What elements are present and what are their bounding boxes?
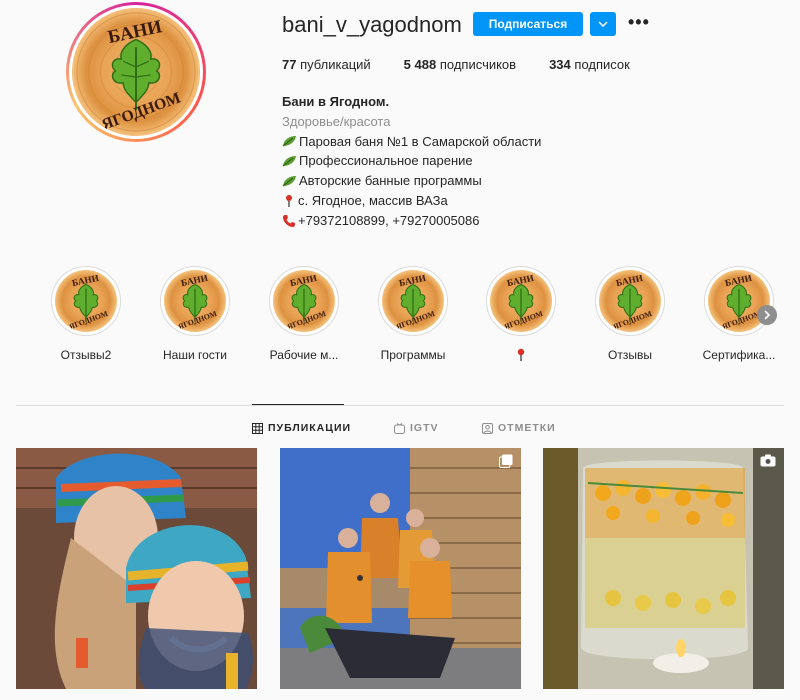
- leaf-icon: [282, 176, 296, 187]
- active-tab-indicator: [252, 404, 344, 405]
- posts-stat: 77 публикаций: [282, 57, 371, 72]
- post-thumbnail[interactable]: [16, 448, 257, 689]
- pin-icon: [286, 194, 292, 207]
- bio-line: Паровая баня №1 в Самарской области: [282, 132, 541, 152]
- post-thumbnail[interactable]: [280, 448, 521, 689]
- post-thumbnail[interactable]: [543, 448, 784, 689]
- highlight-label: Сертифика...: [702, 348, 776, 362]
- leaf-icon: [282, 156, 296, 167]
- grid-icon: [252, 422, 263, 434]
- suggested-dropdown-button[interactable]: [590, 12, 616, 36]
- highlights-next-button[interactable]: [757, 305, 777, 325]
- phone-icon: [283, 214, 295, 227]
- highlight-item[interactable]: БАНИ В ЯГОДНОМ Рабочие м...: [254, 266, 354, 362]
- highlight-item[interactable]: БАНИ В ЯГОДНОМ Программы: [363, 266, 463, 362]
- profile-category: Здоровье/красота: [282, 113, 391, 129]
- leaf-icon: [282, 136, 296, 147]
- bio-line: +79372108899, +79270005086: [282, 211, 541, 231]
- highlight-label: Рабочие м...: [269, 348, 339, 362]
- tagged-icon: [482, 422, 493, 434]
- post-image-drink: [543, 448, 784, 689]
- following-stat[interactable]: 334 подписок: [549, 57, 630, 72]
- tab-igtv[interactable]: IGTV: [394, 422, 439, 434]
- bio-line: с. Ягодное, массив ВАЗа: [282, 191, 541, 211]
- highlight-item[interactable]: БАНИ В ЯГОДНОМ Отзывы2: [36, 266, 136, 362]
- igtv-icon: [394, 422, 405, 434]
- followers-stat[interactable]: 5 488 подписчиков: [404, 57, 516, 72]
- logo-image: БАНИ В ЯГОДНОМ: [72, 8, 200, 136]
- bio-line: Авторские банные программы: [282, 171, 541, 191]
- profile-avatar[interactable]: БАНИ В ЯГОДНОМ: [66, 2, 206, 142]
- tab-tagged[interactable]: ОТМЕТКИ: [482, 422, 556, 434]
- tabs-divider: [16, 405, 784, 406]
- post-image-group: [280, 448, 521, 689]
- profile-full-name: Бани в Ягодном.: [282, 94, 390, 109]
- highlight-item[interactable]: БАНИ В ЯГОДНОМ Наши гости: [145, 266, 245, 362]
- profile-stats: 77 публикаций 5 488 подписчиков 334 подп…: [282, 57, 630, 72]
- pin-icon: [517, 348, 525, 361]
- follow-button[interactable]: Подписаться: [473, 12, 583, 36]
- highlight-label: Отзывы: [608, 348, 652, 362]
- highlight-label: [471, 348, 571, 365]
- chevron-right-icon: [764, 310, 771, 320]
- video-icon: [760, 454, 776, 468]
- tab-posts[interactable]: ПУБЛИКАЦИИ: [252, 422, 351, 434]
- highlight-item[interactable]: БАНИ В ЯГОДНОМ Отзывы: [580, 266, 680, 362]
- bio-line: Профессиональное парение: [282, 151, 541, 171]
- more-options-icon[interactable]: •••: [628, 13, 650, 31]
- profile-username: bani_v_yagodnom: [282, 12, 462, 37]
- profile-bio: Бани в Ягодном. Здоровье/красота Паровая…: [282, 92, 541, 231]
- carousel-icon: [499, 454, 513, 468]
- chevron-down-icon: [598, 21, 608, 27]
- highlight-label: Программы: [380, 348, 446, 362]
- highlight-item[interactable]: БАНИ В ЯГОДНОМ: [471, 266, 571, 365]
- highlight-label: Отзывы2: [60, 348, 112, 362]
- story-highlights: БАНИ В ЯГОДНОМ Отзывы2 БАНИ В ЯГОДНОМ Наши…: [36, 266, 796, 366]
- post-image-selfie: [16, 448, 257, 689]
- highlight-label: Наши гости: [163, 348, 227, 362]
